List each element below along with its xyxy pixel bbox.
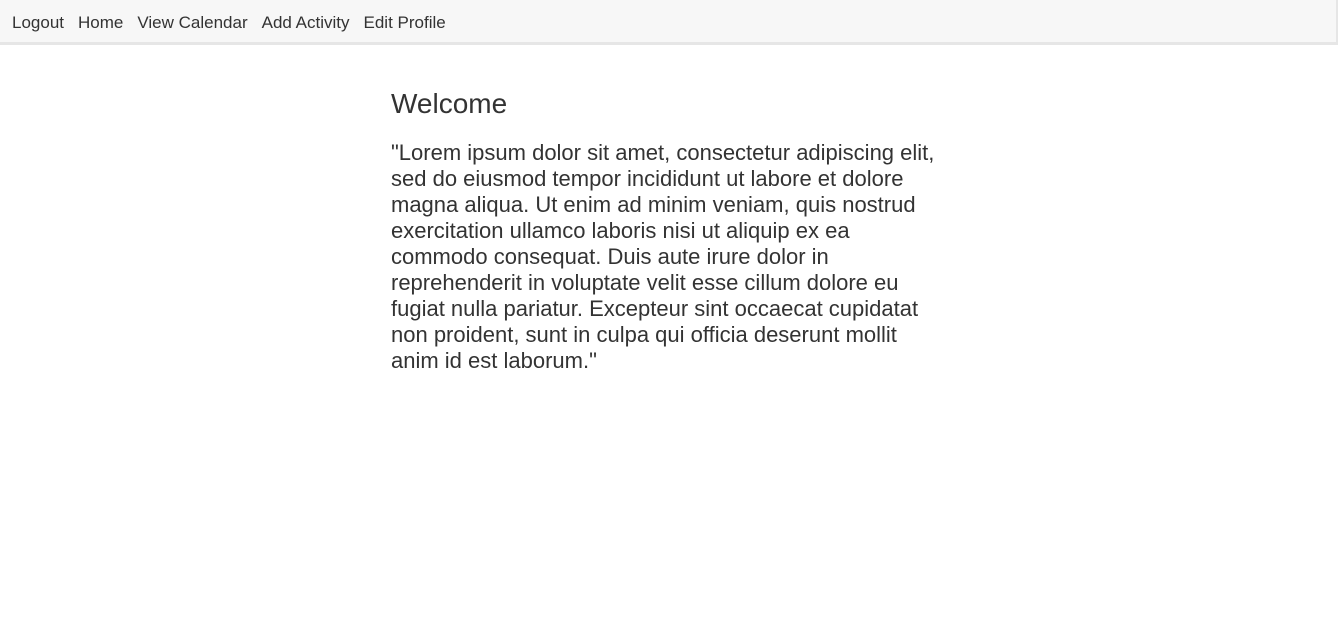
nav-link-add-activity[interactable]: Add Activity: [255, 0, 357, 42]
nav-link-logout[interactable]: Logout: [5, 0, 71, 42]
welcome-paragraph: "Lorem ipsum dolor sit amet, consectetur…: [391, 140, 935, 373]
top-navbar: Logout Home View Calendar Add Activity E…: [0, 0, 1338, 45]
nav-link-home[interactable]: Home: [71, 0, 130, 42]
main-content: Welcome "Lorem ipsum dolor sit amet, con…: [391, 84, 941, 374]
page-title: Welcome: [391, 88, 508, 119]
nav-link-edit-profile[interactable]: Edit Profile: [357, 0, 453, 42]
nav-link-view-calendar[interactable]: View Calendar: [130, 0, 254, 42]
